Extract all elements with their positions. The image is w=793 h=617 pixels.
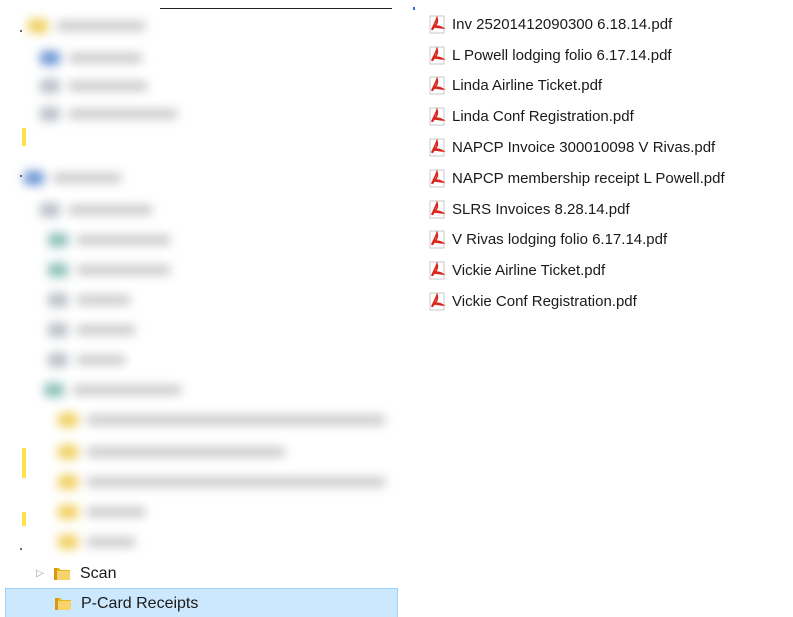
file-item[interactable]: Vickie Conf Registration.pdf — [428, 286, 790, 317]
folder-icon — [54, 595, 72, 612]
pdf-icon — [428, 46, 447, 65]
speck — [413, 7, 415, 10]
navigation-pane: ▷ Scan ▷ P-Card Receipts — [0, 0, 405, 617]
tree-item-label: Scan — [80, 564, 117, 582]
file-name: Linda Conf Registration.pdf — [452, 108, 634, 126]
pdf-icon — [428, 292, 447, 311]
speck — [20, 548, 22, 550]
file-item[interactable]: L Powell lodging folio 6.17.14.pdf — [428, 40, 790, 71]
file-item[interactable]: SLRS Invoices 8.28.14.pdf — [428, 194, 790, 225]
expand-arrow-icon[interactable]: ▷ — [31, 568, 49, 579]
pdf-icon — [428, 76, 447, 95]
speck — [20, 175, 22, 177]
tree-item-label: P-Card Receipts — [81, 594, 199, 612]
file-item[interactable]: NAPCP Invoice 300010098 V Rivas.pdf — [428, 132, 790, 163]
file-name: SLRS Invoices 8.28.14.pdf — [452, 200, 630, 218]
pdf-icon — [428, 107, 447, 126]
file-item[interactable]: Linda Conf Registration.pdf — [428, 101, 790, 132]
folder-icon — [53, 565, 71, 582]
file-item[interactable]: Vickie Airline Ticket.pdf — [428, 255, 790, 286]
tree-item-p-card-receipts[interactable]: ▷ P-Card Receipts — [5, 588, 398, 617]
file-item[interactable]: V Rivas lodging folio 6.17.14.pdf — [428, 225, 790, 256]
redacted-tree-area — [18, 10, 403, 549]
file-name: NAPCP membership receipt L Powell.pdf — [452, 169, 725, 187]
file-name: Vickie Conf Registration.pdf — [452, 293, 637, 311]
tree-item-scan[interactable]: ▷ Scan — [5, 559, 116, 588]
pdf-icon — [428, 261, 447, 280]
pdf-icon — [428, 169, 447, 188]
pdf-icon — [428, 15, 447, 34]
file-name: Linda Airline Ticket.pdf — [452, 77, 603, 95]
file-item[interactable]: Inv 25201412090300 6.18.14.pdf — [428, 9, 790, 40]
file-name: V Rivas lodging folio 6.17.14.pdf — [452, 231, 668, 249]
file-name: Inv 25201412090300 6.18.14.pdf — [452, 15, 673, 33]
file-name: NAPCP Invoice 300010098 V Rivas.pdf — [452, 139, 716, 157]
pane-divider-line — [160, 8, 392, 9]
pdf-icon — [428, 138, 447, 157]
pdf-icon — [428, 230, 447, 249]
file-name: Vickie Airline Ticket.pdf — [452, 262, 606, 280]
folder-edge-mark — [22, 448, 26, 478]
file-name: L Powell lodging folio 6.17.14.pdf — [452, 46, 672, 64]
folder-edge-mark — [22, 512, 26, 526]
file-item[interactable]: Linda Airline Ticket.pdf — [428, 71, 790, 102]
speck — [20, 30, 22, 32]
file-item[interactable]: NAPCP membership receipt L Powell.pdf — [428, 163, 790, 194]
folder-edge-mark — [22, 128, 26, 146]
file-list: Inv 25201412090300 6.18.14.pdf L Powell … — [428, 9, 790, 317]
pdf-icon — [428, 200, 447, 219]
